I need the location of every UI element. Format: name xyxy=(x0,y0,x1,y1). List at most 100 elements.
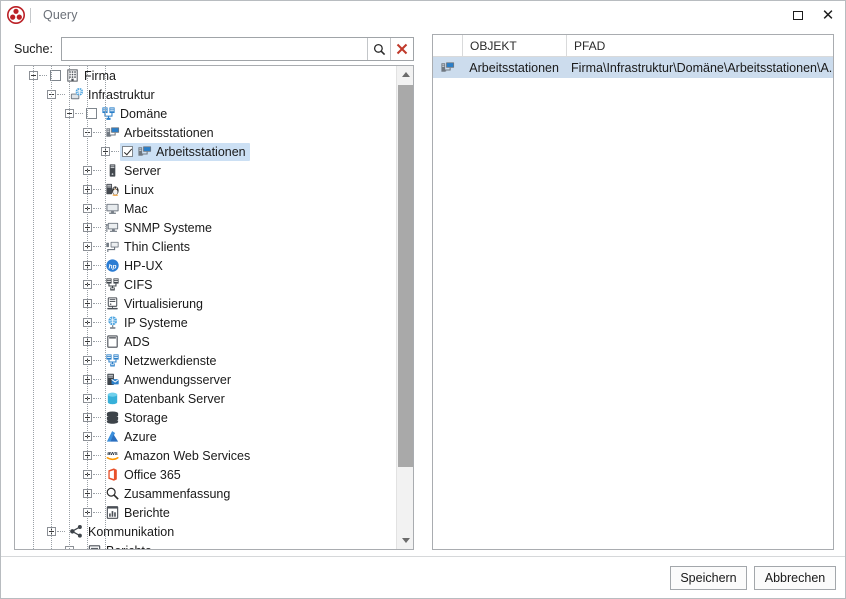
maximize-icon xyxy=(793,10,803,20)
tree-guide-line xyxy=(51,66,52,549)
tree-guide-line xyxy=(105,66,106,549)
save-button[interactable]: Speichern xyxy=(670,566,747,590)
tree-item-label: Infrastruktur xyxy=(88,87,155,102)
tree-item-label: Linux xyxy=(124,182,154,197)
tree-item-kommunikation[interactable]: Kommunikation xyxy=(15,522,398,541)
tree-item-label: Datenbank Server xyxy=(124,391,225,406)
tree-connector-line xyxy=(93,473,101,476)
maximize-button[interactable] xyxy=(783,1,813,29)
tree-item-label: Thin Clients xyxy=(124,239,190,254)
tree-item-label: Arbeitsstationen xyxy=(156,144,246,159)
close-button[interactable]: ✕ xyxy=(813,1,843,29)
search-label: Suche: xyxy=(14,42,53,56)
database-icon xyxy=(104,391,120,407)
table-row[interactable]: Arbeitsstationen Firma\Infrastruktur\Domä… xyxy=(433,57,833,78)
tree-item-ip-systeme[interactable]: IP Systeme xyxy=(15,313,398,332)
tree-item-datenbank-server[interactable]: Datenbank Server xyxy=(15,389,398,408)
search-input[interactable] xyxy=(62,38,367,60)
tree-item-content: IP Systeme xyxy=(102,314,192,332)
tree-guide-line xyxy=(33,66,34,549)
tree-item-label: Office 365 xyxy=(124,467,181,482)
ads-window-icon xyxy=(104,334,120,350)
search-box xyxy=(61,37,414,61)
tree-item-zusammenfassung[interactable]: Zusammenfassung xyxy=(15,484,398,503)
tree-item-checkbox[interactable] xyxy=(122,146,133,157)
tree-connector-line xyxy=(75,112,83,115)
tree-item-berichte[interactable]: Berichte xyxy=(15,541,398,549)
tree-connector-line xyxy=(93,454,101,457)
search-clear-button[interactable] xyxy=(390,38,413,60)
tree-item-content: Storage xyxy=(102,409,172,427)
tree-item-arbeitsstationen[interactable]: Arbeitsstationen xyxy=(15,123,398,142)
share-nodes-icon xyxy=(68,524,84,540)
query-dialog-window: Query ✕ Suche: Firma Infrastruktur Domän… xyxy=(0,0,846,599)
tree-connector-line xyxy=(93,321,101,324)
tree-connector-line xyxy=(93,340,101,343)
tree-connector-line xyxy=(93,492,101,495)
tree-item-mac[interactable]: Mac xyxy=(15,199,398,218)
tree-connector-line xyxy=(93,283,101,286)
tree-item-label: Berichte xyxy=(124,505,170,520)
selected-objects-panel: OBJEKT PFAD Arbeitsstationen Firma\Infras… xyxy=(432,34,834,550)
tree-item-snmp-systeme[interactable]: SNMP Systeme xyxy=(15,218,398,237)
tree-item-berichte[interactable]: Berichte xyxy=(15,503,398,522)
tree-item-thin-clients[interactable]: Thin Clients xyxy=(15,237,398,256)
tree-item-arbeitsstationen[interactable]: Arbeitsstationen xyxy=(15,142,398,161)
tree-item-content: CIFS xyxy=(102,276,156,294)
tree-vertical-scrollbar[interactable] xyxy=(396,66,413,549)
tree-item-amazon-web-services[interactable]: aws Amazon Web Services xyxy=(15,446,398,465)
server-tower-icon xyxy=(104,163,120,179)
virtualization-icon xyxy=(104,296,120,312)
column-header-pfad[interactable]: PFAD xyxy=(567,35,833,56)
tree-item-anwendungsserver[interactable]: Anwendungsserver xyxy=(15,370,398,389)
column-header-icon[interactable] xyxy=(433,35,463,56)
tree-item-dom-ne[interactable]: Domäne xyxy=(15,104,398,123)
cancel-button[interactable]: Abbrechen xyxy=(754,566,836,590)
tree-connector-line xyxy=(93,188,101,191)
scrollbar-thumb[interactable] xyxy=(398,85,413,467)
triangle-down-icon xyxy=(401,538,410,543)
tree-connector-line xyxy=(93,435,101,438)
tree-item-content: Thin Clients xyxy=(102,238,194,256)
tree-item-hp-ux[interactable]: hp HP-UX xyxy=(15,256,398,275)
tree-item-label: Storage xyxy=(124,410,168,425)
close-icon: ✕ xyxy=(821,5,835,24)
tree-item-office-365[interactable]: Office 365 xyxy=(15,465,398,484)
tree-guide-line xyxy=(69,66,70,549)
tree-item-server[interactable]: Server xyxy=(15,161,398,180)
svg-text:aws: aws xyxy=(107,451,118,457)
tree-connector-line xyxy=(93,302,101,305)
tree-item-content: Mac xyxy=(102,200,152,218)
tree-connector-line xyxy=(93,131,101,134)
tree-connector-line xyxy=(93,226,101,229)
tree-connector-line xyxy=(57,530,65,533)
scroll-down-button[interactable] xyxy=(397,532,413,549)
tree-item-linux[interactable]: Linux xyxy=(15,180,398,199)
tree-item-content: ADS xyxy=(102,333,154,351)
tree-item-netzwerkdienste[interactable]: Netzwerkdienste xyxy=(15,351,398,370)
tree-connector-line xyxy=(93,397,101,400)
tree-rows-container: Firma Infrastruktur Domäne Arbeitsstationen… xyxy=(15,66,398,549)
tree-item-storage[interactable]: Storage xyxy=(15,408,398,427)
title-separator xyxy=(30,7,31,23)
tree-item-content: SNMP Systeme xyxy=(102,219,216,237)
tree-item-firma[interactable]: Firma xyxy=(15,66,398,85)
search-submit-button[interactable] xyxy=(367,38,390,60)
tree-item-virtualisierung[interactable]: Virtualisierung xyxy=(15,294,398,313)
tree-item-infrastruktur[interactable]: Infrastruktur xyxy=(15,85,398,104)
tree-item-content: Domäne xyxy=(84,105,171,123)
search-row: Suche: xyxy=(14,37,414,61)
tree-item-label: Firma xyxy=(84,68,116,83)
tree-item-label: Arbeitsstationen xyxy=(124,125,214,140)
tree-connector-line xyxy=(93,264,101,267)
cell-objekt: Arbeitsstationen xyxy=(469,60,559,75)
tree-item-label: Anwendungsserver xyxy=(124,372,232,387)
tree-item-label: ADS xyxy=(124,334,150,349)
tree-item-cifs[interactable]: CIFS xyxy=(15,275,398,294)
tree-item-azure[interactable]: Azure xyxy=(15,427,398,446)
scroll-up-button[interactable] xyxy=(397,66,413,83)
tree-item-label: Zusammenfassung xyxy=(124,486,231,501)
column-header-objekt[interactable]: OBJEKT xyxy=(463,35,567,56)
tree-item-ads[interactable]: ADS xyxy=(15,332,398,351)
storage-disks-icon xyxy=(104,410,120,426)
